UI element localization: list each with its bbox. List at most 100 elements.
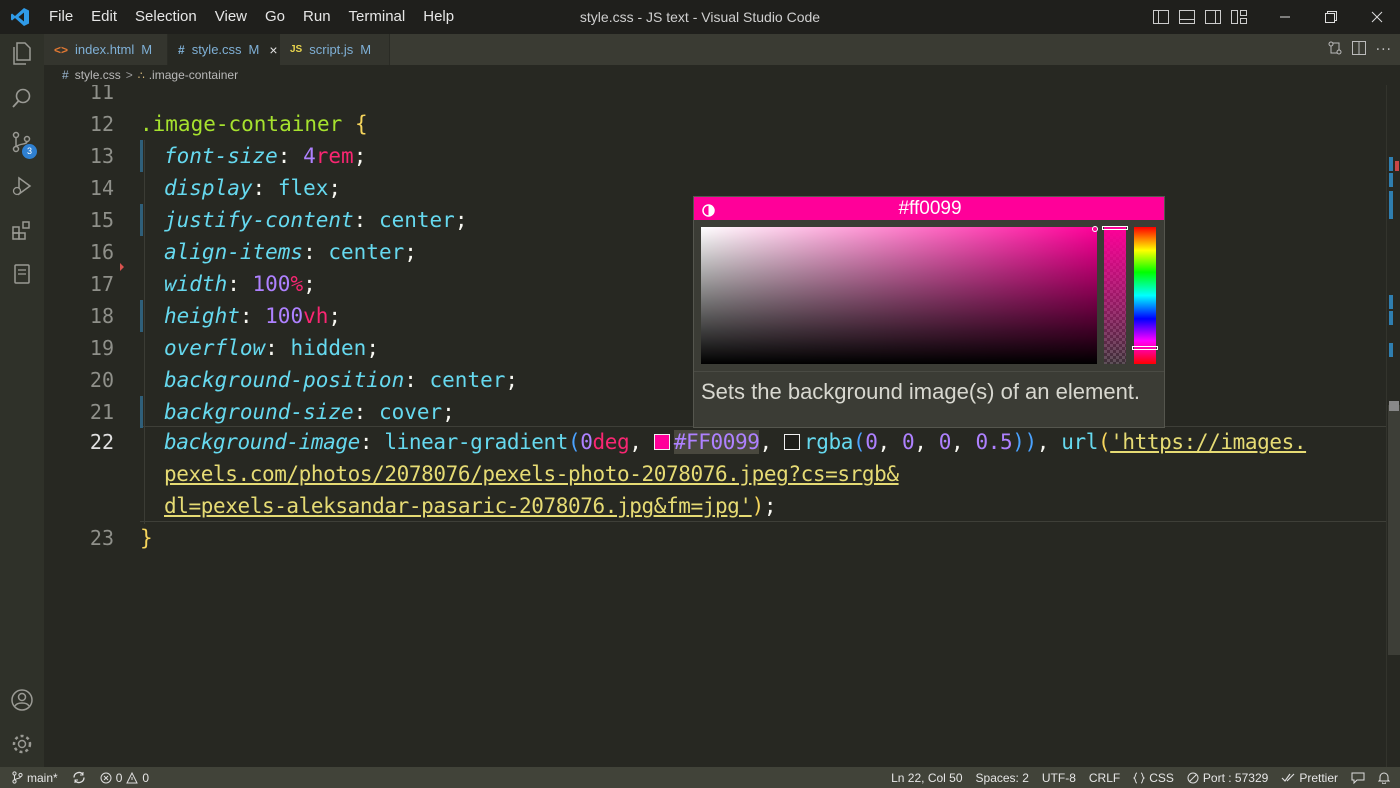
explorer-icon[interactable] [0,34,44,74]
customize-layout-icon[interactable] [1226,0,1252,34]
code-line-22-wrap: pexels.com/photos/2078076/pexels-photo-2… [164,458,899,490]
notifications-bell-icon[interactable] [1378,771,1390,784]
open-brace: { [354,112,368,136]
menu-view[interactable]: View [206,0,256,34]
color-swatch[interactable] [653,434,670,450]
tab-script-js[interactable]: JS script.js M [280,34,390,65]
css-unit: deg [592,430,630,454]
more-actions-icon[interactable]: ··· [1376,42,1392,58]
toggle-secondary-sidebar-icon[interactable] [1200,0,1226,34]
double-check-icon [1281,773,1295,782]
tab-actions: ··· [1328,34,1392,65]
breadcrumb-symbol[interactable]: .image-container [149,68,238,82]
line-number: 17 [89,272,114,296]
problems-indicator[interactable]: 0 0 [100,771,149,785]
title-controls [1148,0,1400,34]
warning-icon [126,771,139,783]
css-property: display [164,176,253,200]
color-picker-widget[interactable]: #ff0099 Sets the background image(s) of … [693,196,1165,428]
prettier-label: Prettier [1299,770,1338,785]
git-modified-marker [140,204,143,236]
menu-run[interactable]: Run [294,0,340,34]
saturation-handle[interactable] [1092,226,1098,232]
prettier-status[interactable]: Prettier [1281,771,1338,785]
menu-go[interactable]: Go [256,0,294,34]
code-line-20: background-position: center; [164,368,519,392]
source-control-icon[interactable]: 3 [0,122,44,162]
title-bar: File Edit Selection View Go Run Terminal… [0,0,1400,34]
open-changes-icon[interactable] [1328,40,1342,59]
color-hex-label[interactable]: #ff0099 [694,197,1164,221]
warning-count: 0 [142,770,150,785]
menu-edit[interactable]: Edit [82,0,126,34]
tab-modified-indicator: M [360,42,372,57]
tab-modified-indicator: M [141,42,153,57]
extensions-icon[interactable] [0,210,44,250]
indentation[interactable]: Spaces: 2 [976,771,1029,785]
menu-help[interactable]: Help [414,0,463,34]
cursor-position[interactable]: Ln 22, Col 50 [891,771,962,785]
code-line-15: justify-content: center; [164,208,468,232]
tab-style-css[interactable]: # style.css M × [168,34,280,65]
close-tab-icon[interactable]: × [269,42,277,58]
hue-slider-handle[interactable] [1132,346,1158,350]
line-number: 13 [89,144,114,168]
feedback-icon[interactable] [1351,772,1365,784]
toggle-panel-icon[interactable] [1174,0,1200,34]
code-line-22: background-image: linear-gradient(0deg, … [164,430,1307,454]
end-of-line[interactable]: CRLF [1089,771,1120,785]
encoding[interactable]: UTF-8 [1042,771,1076,785]
line-number: 18 [89,304,114,328]
menu-file[interactable]: File [40,0,82,34]
code-line-21: background-size: cover; [164,400,455,424]
opacity-slider[interactable] [1104,227,1126,364]
scrollbar-thumb[interactable] [1388,405,1400,655]
css-function: url [1061,430,1098,454]
remote-explorer-icon[interactable] [0,254,44,294]
color-picker-header[interactable]: #ff0099 [694,197,1164,221]
restore-icon[interactable] [1308,0,1354,34]
no-entry-icon [1187,772,1199,783]
menu-selection[interactable]: Selection [126,0,206,34]
html-file-icon: <> [54,42,69,57]
menu-terminal[interactable]: Terminal [340,0,415,34]
sync-icon[interactable] [72,771,86,784]
tab-modified-indicator: M [248,42,260,57]
css-number: 0.5 [975,430,1013,454]
css-property: align-items [164,240,304,264]
color-swatch[interactable] [783,434,800,450]
branch-icon [12,771,23,784]
css-property: background-size [164,400,354,424]
minimize-icon[interactable] [1262,0,1308,34]
settings-gear-icon[interactable] [0,724,44,764]
css-property: background-position [164,368,405,392]
editor-scrollbar[interactable] [1386,85,1400,767]
error-icon [100,772,112,783]
git-deleted-marker [120,263,124,271]
js-file-icon: JS [290,44,303,55]
close-window-icon[interactable] [1354,0,1400,34]
code-line-18: height: 100vh; [164,304,342,328]
language-mode[interactable]: CSS [1133,771,1174,785]
css-file-icon: # [62,68,69,82]
saturation-brightness-box[interactable] [701,227,1097,364]
branch-indicator[interactable]: main* [12,771,58,785]
color-hex-value[interactable]: #FF0099 [673,430,760,454]
overview-ruler-marker [1389,295,1393,309]
toggle-primary-sidebar-icon[interactable] [1148,0,1174,34]
breadcrumb-file[interactable]: style.css [75,68,121,82]
run-debug-icon[interactable] [0,166,44,206]
split-editor-icon[interactable] [1351,40,1366,59]
menu-bar: File Edit Selection View Go Run Terminal… [40,0,463,34]
live-server-port[interactable]: Port : 57329 [1187,771,1268,785]
opacity-slider-handle[interactable] [1102,226,1128,230]
indent-guide [144,140,145,524]
code-line-16: align-items: center; [164,240,417,264]
tab-label: index.html [75,42,135,57]
hue-slider[interactable] [1134,227,1156,364]
css-number: 4 [303,144,316,168]
source-control-badge: 3 [22,144,37,159]
tab-index-html[interactable]: <> index.html M [44,34,168,65]
search-icon[interactable] [0,78,44,118]
account-icon[interactable] [0,680,44,720]
